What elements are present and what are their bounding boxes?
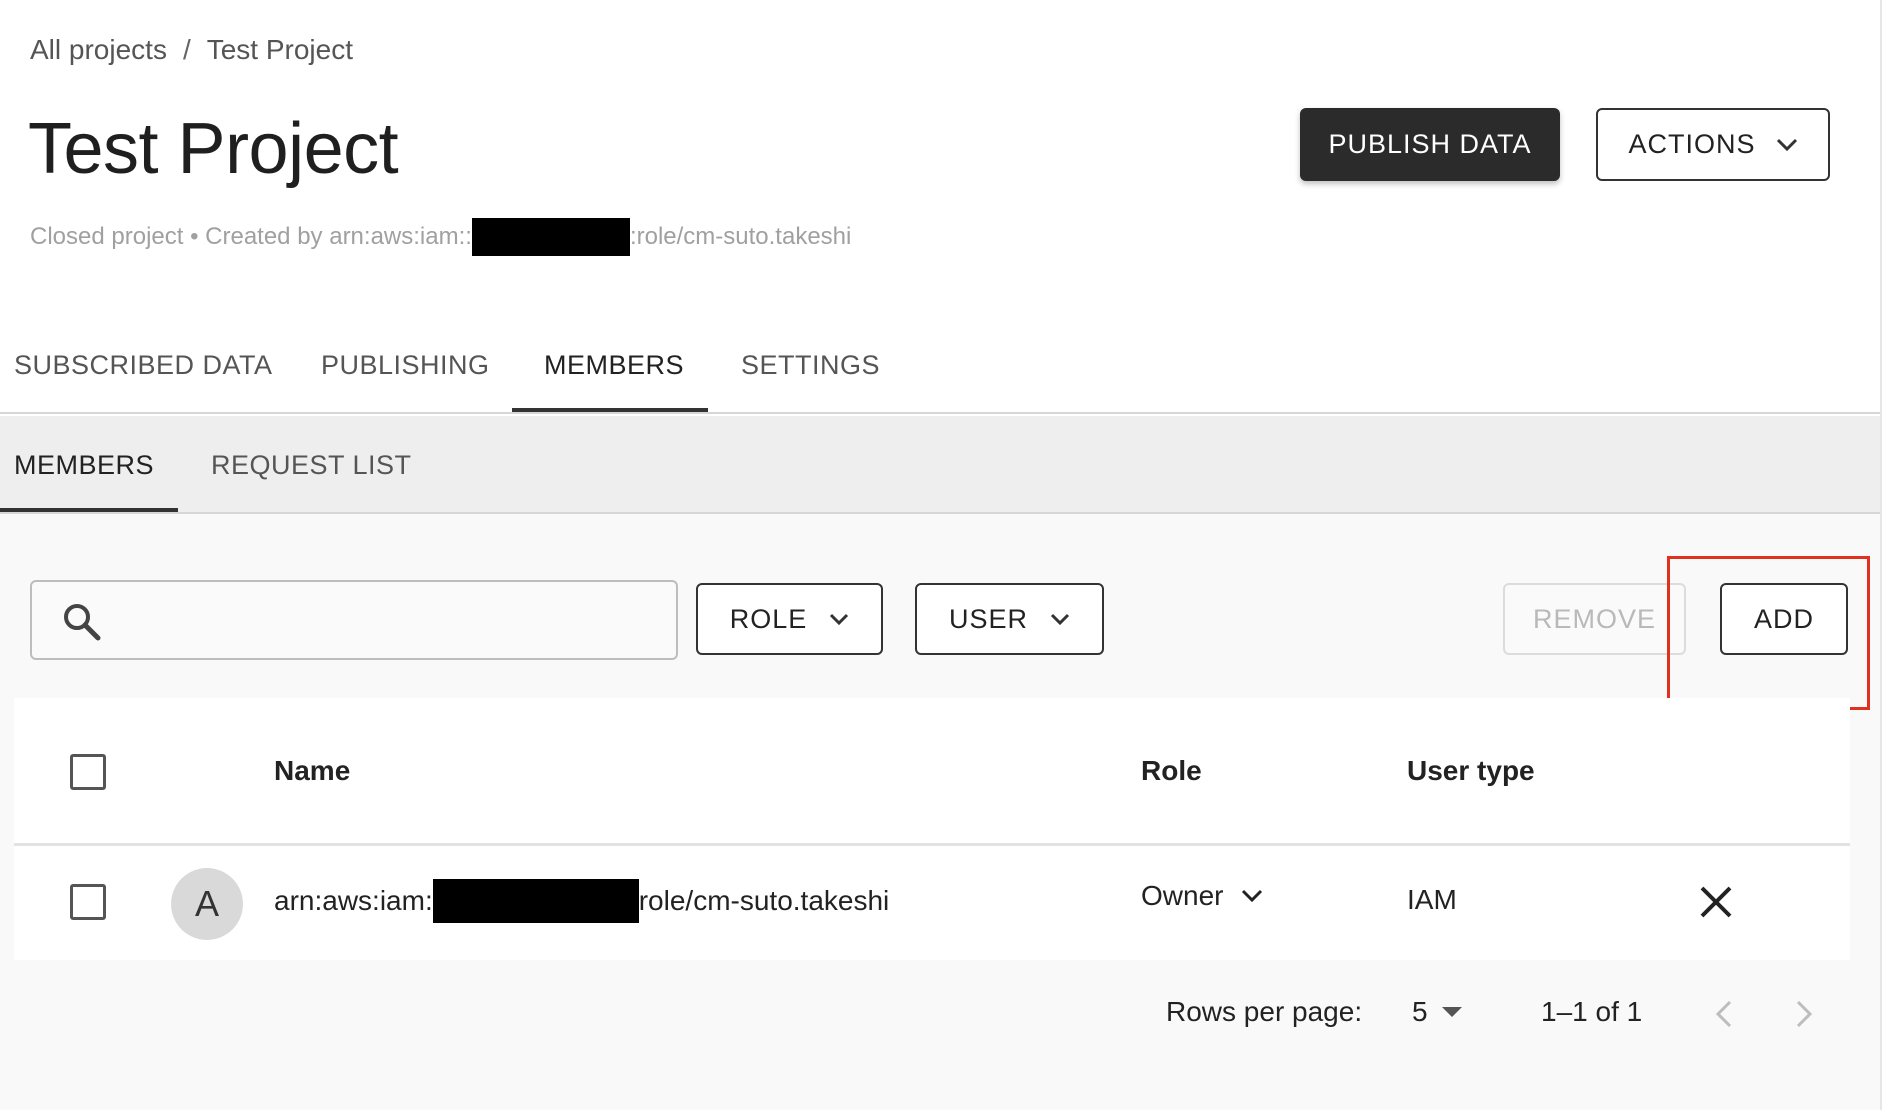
search-field[interactable] <box>30 580 678 660</box>
main-tabs: SUBSCRIBED DATA PUBLISHING MEMBERS SETTI… <box>0 332 1880 414</box>
breadcrumb-current: Test Project <box>206 34 353 65</box>
remove-button[interactable]: REMOVE <box>1503 583 1686 655</box>
sub-tabs: MEMBERS REQUEST LIST <box>0 416 1880 514</box>
user-type-value: IAM <box>1407 884 1457 915</box>
publish-data-button[interactable]: PUBLISH DATA <box>1300 108 1560 181</box>
pagination: Rows per page: 5 1–1 of 1 <box>0 996 1880 1036</box>
select-all-checkbox[interactable] <box>70 754 106 790</box>
role-filter-button[interactable]: ROLE <box>696 583 883 655</box>
search-icon <box>64 604 101 641</box>
rows-per-page-label: Rows per page: <box>1166 996 1363 1027</box>
page-title: Test Project <box>28 109 399 189</box>
chevron-left-icon[interactable] <box>1708 996 1740 1032</box>
member-name: arn:aws:iam: role/cm-suto.takeshi <box>274 876 889 926</box>
column-header-name: Name <box>274 755 351 786</box>
subtab-request-list[interactable]: REQUEST LIST <box>211 450 412 481</box>
chevron-right-icon[interactable] <box>1788 996 1820 1032</box>
project-subtitle: Closed project • Created by arn:aws:iam:… <box>30 218 851 256</box>
user-filter-label: USER <box>948 603 1028 634</box>
members-table: Name Role User type A arn:aws:iam: role/… <box>14 698 1850 960</box>
role-value: Owner <box>1141 880 1224 911</box>
active-subtab-indicator <box>0 508 178 512</box>
page: All projects / Test Project Test Project… <box>0 0 1888 1110</box>
redacted-account-id <box>471 218 630 256</box>
chevron-down-icon <box>1242 889 1263 903</box>
table-header: Name Role User type <box>14 698 1850 846</box>
close-icon[interactable] <box>1696 882 1736 922</box>
scrollbar-track[interactable] <box>1880 0 1888 1110</box>
rows-per-page-value: 5 <box>1412 996 1428 1027</box>
search-input[interactable] <box>122 592 662 648</box>
member-name-prefix: arn:aws:iam: <box>274 885 433 916</box>
subtab-members[interactable]: MEMBERS <box>14 450 154 481</box>
tab-members[interactable]: MEMBERS <box>544 350 684 381</box>
caret-down-icon <box>1441 1007 1462 1017</box>
active-tab-indicator <box>512 408 708 412</box>
page-range: 1–1 of 1 <box>1541 996 1643 1027</box>
row-checkbox[interactable] <box>70 884 106 920</box>
table-row: A arn:aws:iam: role/cm-suto.takeshi Owne… <box>14 846 1850 960</box>
breadcrumb-all-projects[interactable]: All projects <box>30 34 167 66</box>
rows-per-page-select[interactable]: 5 <box>1412 996 1462 1028</box>
chevron-down-icon <box>830 613 849 625</box>
breadcrumb: All projects / Test Project <box>30 34 353 66</box>
role-filter-label: ROLE <box>729 603 808 634</box>
actions-button[interactable]: ACTIONS <box>1596 108 1830 181</box>
chevron-down-icon <box>1050 613 1070 625</box>
user-filter-button[interactable]: USER <box>915 583 1104 655</box>
subtitle-prefix: Closed project • Created by arn:aws:iam:… <box>30 223 472 250</box>
member-name-suffix: role/cm-suto.takeshi <box>638 885 890 916</box>
redacted-account-id <box>432 879 639 923</box>
breadcrumb-separator: / <box>182 34 191 65</box>
chevron-down-icon <box>1776 138 1797 151</box>
column-header-user-type: User type <box>1407 755 1535 786</box>
tab-publishing[interactable]: PUBLISHING <box>321 350 490 381</box>
role-select[interactable]: Owner <box>1141 880 1263 912</box>
tab-subscribed-data[interactable]: SUBSCRIBED DATA <box>14 350 273 381</box>
subtitle-suffix: :role/cm-suto.takeshi <box>629 223 852 250</box>
avatar: A <box>171 868 243 940</box>
tab-settings[interactable]: SETTINGS <box>741 350 880 381</box>
column-header-role: Role <box>1141 755 1202 786</box>
add-button[interactable]: ADD <box>1720 583 1848 655</box>
actions-label: ACTIONS <box>1628 129 1756 159</box>
